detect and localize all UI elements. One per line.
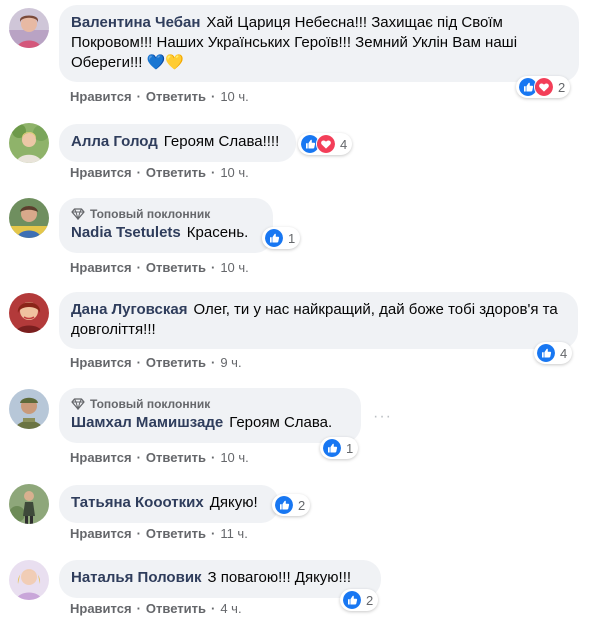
- separator: ·: [136, 260, 141, 275]
- like-icon: [322, 438, 342, 458]
- comment-bubble: Топовый поклонник Шамхал Мамишзаде Героям…: [59, 388, 361, 443]
- separator: ·: [136, 526, 141, 541]
- separator: ·: [136, 601, 141, 616]
- timestamp[interactable]: 11 ч.: [220, 526, 248, 541]
- like-link[interactable]: Нравится: [70, 355, 132, 370]
- reply-link[interactable]: Ответить: [146, 601, 206, 616]
- comment-bubble: Алла Голод Героям Слава!!!!: [59, 124, 296, 162]
- comment-bubble: Дана Луговская Олег, ти у нас найкращий, …: [59, 292, 578, 349]
- love-icon: [534, 77, 554, 97]
- reactions-summary[interactable]: 1: [262, 227, 301, 249]
- separator: ·: [210, 450, 216, 465]
- reply-link[interactable]: Ответить: [146, 526, 206, 541]
- reaction-count: 2: [558, 79, 566, 95]
- reaction-count: 1: [346, 440, 354, 456]
- avatar[interactable]: [9, 123, 49, 163]
- timestamp[interactable]: 10 ч.: [220, 450, 248, 465]
- like-link[interactable]: Нравится: [70, 601, 132, 616]
- avatar[interactable]: [9, 484, 49, 524]
- timestamp[interactable]: 10 ч.: [220, 165, 248, 180]
- separator: ·: [136, 355, 141, 370]
- separator: ·: [136, 165, 141, 180]
- top-fan-badge[interactable]: Топовый поклонник: [71, 396, 349, 412]
- separator: ·: [210, 260, 216, 275]
- reply-link[interactable]: Ответить: [146, 355, 206, 370]
- like-link[interactable]: Нравится: [70, 450, 132, 465]
- like-icon: [342, 590, 362, 610]
- separator: ·: [210, 89, 216, 104]
- comment-text: Дякую!: [209, 494, 258, 511]
- reactions-summary[interactable]: 2: [516, 76, 571, 98]
- more-options-icon[interactable]: ···: [373, 408, 392, 426]
- reaction-count: 1: [288, 230, 296, 246]
- badge-label: Топовый поклонник: [90, 207, 211, 221]
- like-icon: [274, 495, 294, 515]
- reply-link[interactable]: Ответить: [146, 450, 206, 465]
- comment-bubble: Татьяна Кооотких Дякую!: [59, 485, 279, 523]
- avatar[interactable]: [9, 198, 49, 238]
- comment-author[interactable]: Nadia Tsetulets: [71, 224, 181, 241]
- reply-link[interactable]: Ответить: [146, 165, 206, 180]
- comment-author[interactable]: Татьяна Кооотких: [71, 494, 204, 511]
- reactions-summary[interactable]: 2: [272, 494, 311, 516]
- reaction-count: 4: [560, 345, 568, 361]
- like-link[interactable]: Нравится: [70, 526, 132, 541]
- comment-bubble: Наталья Половик З повагою!!! Дякую!!!: [59, 560, 381, 598]
- reactions-summary[interactable]: 1: [320, 437, 359, 459]
- comment-text: З повагою!!! Дякую!!!: [207, 569, 352, 586]
- like-link[interactable]: Нравится: [70, 165, 132, 180]
- separator: ·: [210, 355, 216, 370]
- separator: ·: [210, 165, 216, 180]
- avatar[interactable]: [9, 8, 49, 48]
- separator: ·: [210, 526, 216, 541]
- avatar[interactable]: [9, 293, 49, 333]
- timestamp[interactable]: 9 ч.: [220, 355, 241, 370]
- comment-author[interactable]: Дана Луговская: [71, 301, 187, 318]
- diamond-icon: [71, 398, 85, 410]
- comment-author[interactable]: Шамхал Мамишзаде: [71, 414, 223, 431]
- comment-author[interactable]: Валентина Чебан: [71, 14, 200, 31]
- timestamp[interactable]: 10 ч.: [220, 89, 248, 104]
- separator: ·: [136, 89, 141, 104]
- avatar[interactable]: [9, 560, 49, 600]
- reaction-count: 4: [340, 136, 348, 152]
- comment-author[interactable]: Алла Голод: [71, 133, 158, 150]
- comment-bubble: Топовый поклонник Nadia Tsetulets Красень…: [59, 198, 273, 253]
- reactions-summary[interactable]: 2: [340, 589, 379, 611]
- badge-label: Топовый поклонник: [90, 397, 211, 411]
- comment-emoji: 💙💛: [146, 54, 185, 71]
- like-icon: [264, 228, 284, 248]
- reaction-count: 2: [366, 592, 374, 608]
- comment-text: Героям Слава!!!!: [163, 133, 280, 150]
- like-link[interactable]: Нравится: [70, 89, 132, 104]
- reactions-summary[interactable]: 4: [534, 342, 573, 364]
- like-link[interactable]: Нравится: [70, 260, 132, 275]
- comment-bubble: Валентина Чебан Хай Цариця Небесна!!! Зах…: [59, 5, 579, 82]
- love-icon: [316, 134, 336, 154]
- avatar[interactable]: [9, 389, 49, 429]
- reactions-summary[interactable]: 4: [298, 133, 353, 155]
- like-icon: [536, 343, 556, 363]
- reaction-count: 2: [298, 497, 306, 513]
- separator: ·: [210, 601, 216, 616]
- comment-text: Героям Слава.: [229, 414, 333, 431]
- timestamp[interactable]: 10 ч.: [220, 260, 248, 275]
- reply-link[interactable]: Ответить: [146, 260, 206, 275]
- timestamp[interactable]: 4 ч.: [220, 601, 241, 616]
- diamond-icon: [71, 208, 85, 220]
- separator: ·: [136, 450, 141, 465]
- comment-author[interactable]: Наталья Половик: [71, 569, 202, 586]
- top-fan-badge[interactable]: Топовый поклонник: [71, 206, 261, 222]
- reply-link[interactable]: Ответить: [146, 89, 206, 104]
- comment-text: Красень.: [186, 224, 249, 241]
